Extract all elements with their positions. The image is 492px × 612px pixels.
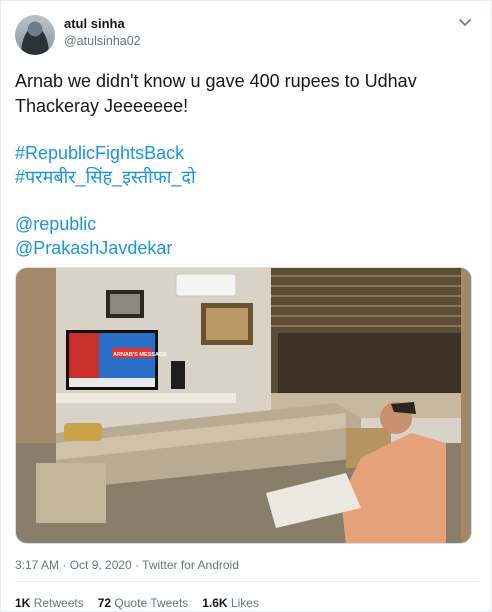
quotes-count: 72	[97, 596, 112, 610]
hashtag-link[interactable]: #परमबीर_सिंह_इस्तीफा_दो	[15, 165, 196, 189]
tweet-text-line-1: Arnab we didn't know u gave 400 rupees t…	[15, 71, 417, 91]
hashtag-link[interactable]: #RepublicFightsBack	[15, 141, 184, 165]
quote-tweets-stat[interactable]: 72 Quote Tweets	[98, 596, 189, 610]
tweet-text-line-2: Thackeray Jeeeeeee!	[15, 96, 189, 116]
tweet-timestamp[interactable]: 3:17 AM · Oct 9, 2020 · Twitter for Andr…	[15, 558, 239, 572]
likes-stat[interactable]: 1.6K Likes	[202, 596, 259, 610]
retweets-label: Retweets	[33, 596, 84, 610]
tv-caption: ARNAB'S MESSAGE	[113, 352, 167, 358]
avatar[interactable]	[15, 15, 55, 55]
author-handle[interactable]: @atulsinha02	[64, 34, 141, 48]
tweet-card: atul sinha @atulsinha02 Arnab we didn't …	[0, 0, 492, 612]
tweet-stats: 1K Retweets 72 Quote Tweets 1.6K Likes	[15, 596, 259, 610]
quotes-label: Quote Tweets	[114, 596, 189, 610]
chevron-down-icon[interactable]	[457, 15, 473, 31]
retweets-count: 1K	[15, 596, 31, 610]
likes-count: 1.6K	[202, 596, 228, 610]
mention-link[interactable]: @republic	[15, 212, 96, 236]
author-name[interactable]: atul sinha	[64, 16, 125, 31]
divider	[15, 581, 479, 582]
likes-label: Likes	[230, 596, 259, 610]
retweets-stat[interactable]: 1K Retweets	[15, 596, 84, 610]
mention-link[interactable]: @PrakashJavdekar	[15, 236, 172, 260]
tweet-photo[interactable]: ARNAB'S MESSAGE	[15, 267, 472, 544]
